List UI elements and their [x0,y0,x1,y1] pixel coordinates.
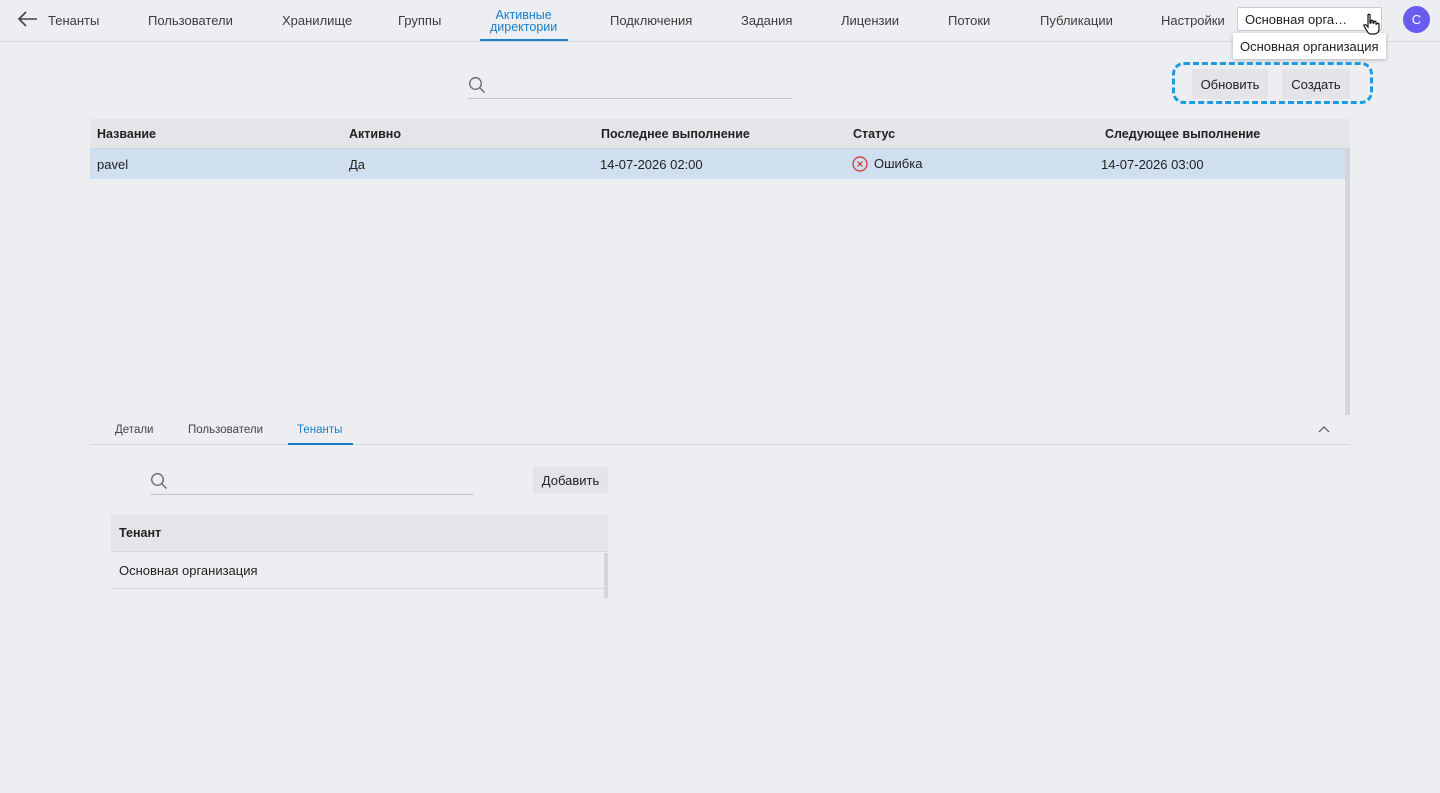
column-header-last-run[interactable]: Последнее выполнение [601,127,750,141]
nav-groups[interactable]: Группы [398,0,441,41]
directories-table: Название Активно Последнее выполнение Ст… [90,119,1350,179]
tenant-search-input[interactable] [176,470,470,494]
error-icon [852,156,868,172]
search-icon [151,473,167,489]
back-arrow-icon[interactable] [16,9,38,29]
organization-select[interactable]: Основная орга… [1237,7,1382,31]
column-header-active[interactable]: Активно [349,127,401,141]
table-row[interactable]: Основная организация [111,552,608,589]
cell-name: pavel [97,156,129,172]
search-input[interactable] [494,74,788,98]
tenants-table-scrollbar[interactable] [604,553,608,598]
cell-status: Ошибка [852,156,922,173]
column-header-name[interactable]: Название [97,127,156,141]
nav-storage[interactable]: Хранилище [282,0,352,41]
table-header: Название Активно Последнее выполнение Ст… [90,119,1350,149]
nav-settings[interactable]: Настройки [1161,0,1225,41]
add-tenant-button[interactable]: Добавить [533,467,608,493]
tab-active-underline [288,443,354,445]
tenant-search[interactable] [150,468,474,495]
table-scrollbar[interactable] [1345,149,1350,415]
nav-jobs[interactable]: Задания [741,0,792,41]
tab-users[interactable]: Пользователи [188,416,263,444]
tab-details[interactable]: Детали [115,416,153,444]
cell-next-run: 14-07-2026 03:00 [1101,156,1204,172]
nav-flows[interactable]: Потоки [948,0,990,41]
cell-last-run: 14-07-2026 02:00 [600,156,703,172]
nav-users[interactable]: Пользователи [148,0,233,41]
nav-active-directories-line1: Активные [495,7,552,22]
nav-active-directories[interactable]: Активные директории [480,0,569,41]
active-tab-underline [480,39,569,41]
column-header-status[interactable]: Статус [853,127,895,141]
nav-publications[interactable]: Публикации [1040,0,1113,41]
tab-tenants-label: Тенанты [297,424,343,436]
column-header-next-run[interactable]: Следующее выполнение [1105,127,1260,141]
column-header-tenant[interactable]: Тенант [111,515,608,552]
nav-licenses[interactable]: Лицензии [841,0,899,41]
create-button[interactable]: Создать [1282,69,1350,99]
top-navigation: Тенанты Пользователи Хранилище Группы Ак… [0,0,1440,42]
tenants-table: Тенант Основная организация [111,515,608,589]
chevron-up-icon[interactable] [1318,425,1330,433]
detail-tabs: Детали Пользователи Тенанты [90,416,1350,445]
nav-back-tenants[interactable]: Тенанты [48,0,99,41]
search-icon [469,77,485,93]
nav-active-directories-line2: директории [490,19,558,34]
organization-dropdown-option[interactable]: Основная организация [1233,33,1386,59]
directory-search[interactable] [468,72,792,99]
table-row[interactable]: pavel Да 14-07-2026 02:00 Ошибка 14-07-2… [90,149,1350,179]
nav-connections[interactable]: Подключения [610,0,692,41]
status-text: Ошибка [874,155,923,171]
avatar[interactable]: C [1403,6,1430,33]
cell-active: Да [349,156,366,172]
tab-tenants[interactable]: Тенанты [288,416,354,445]
hand-cursor-icon [1363,13,1380,35]
refresh-button[interactable]: Обновить [1192,69,1268,99]
